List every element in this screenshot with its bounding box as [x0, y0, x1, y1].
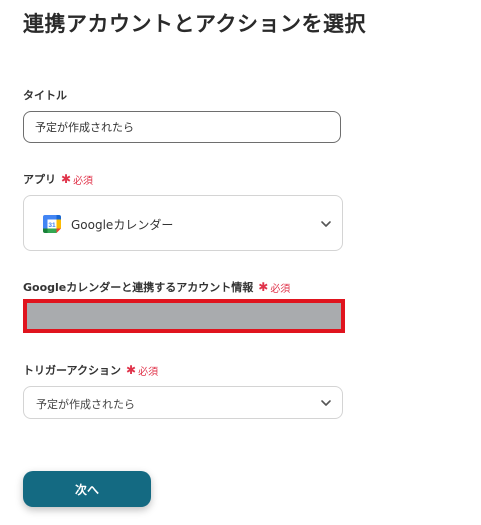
account-field-label: Googleカレンダーと連携するアカウント情報 ✱ 必須: [23, 279, 290, 295]
chevron-down-icon: [321, 221, 331, 227]
page-title: 連携アカウントとアクションを選択: [23, 12, 366, 36]
app-select[interactable]: 31 Googleカレンダー: [23, 195, 343, 251]
title-input[interactable]: [23, 111, 341, 143]
google-calendar-icon: 31: [43, 215, 61, 233]
chevron-down-icon: [321, 400, 331, 406]
trigger-action-select[interactable]: 予定が作成されたら: [23, 386, 343, 419]
app-field-label: アプリ ✱ 必須: [23, 171, 93, 187]
trigger-selected-value: 予定が作成されたら: [36, 398, 135, 411]
required-badge: ✱ 必須: [126, 363, 158, 378]
required-text: 必須: [270, 283, 291, 295]
required-badge: ✱ 必須: [258, 280, 290, 295]
title-field-label: タイトル: [23, 89, 67, 102]
required-star-icon: ✱: [126, 363, 137, 377]
trigger-field-label: トリガーアクション ✱ 必須: [23, 362, 158, 378]
required-text: 必須: [138, 366, 159, 378]
svg-text:31: 31: [48, 222, 56, 229]
account-select[interactable]: [23, 299, 345, 333]
trigger-label-text: トリガーアクション: [23, 364, 122, 377]
account-label-text: Googleカレンダーと連携するアカウント情報: [23, 281, 254, 294]
app-label-text: アプリ: [23, 173, 56, 186]
next-button[interactable]: 次へ: [23, 471, 151, 507]
required-text: 必須: [73, 175, 94, 187]
selected-app-name: Googleカレンダー: [71, 218, 174, 232]
required-star-icon: ✱: [61, 172, 72, 186]
required-badge: ✱ 必須: [61, 172, 93, 187]
required-star-icon: ✱: [258, 280, 269, 294]
